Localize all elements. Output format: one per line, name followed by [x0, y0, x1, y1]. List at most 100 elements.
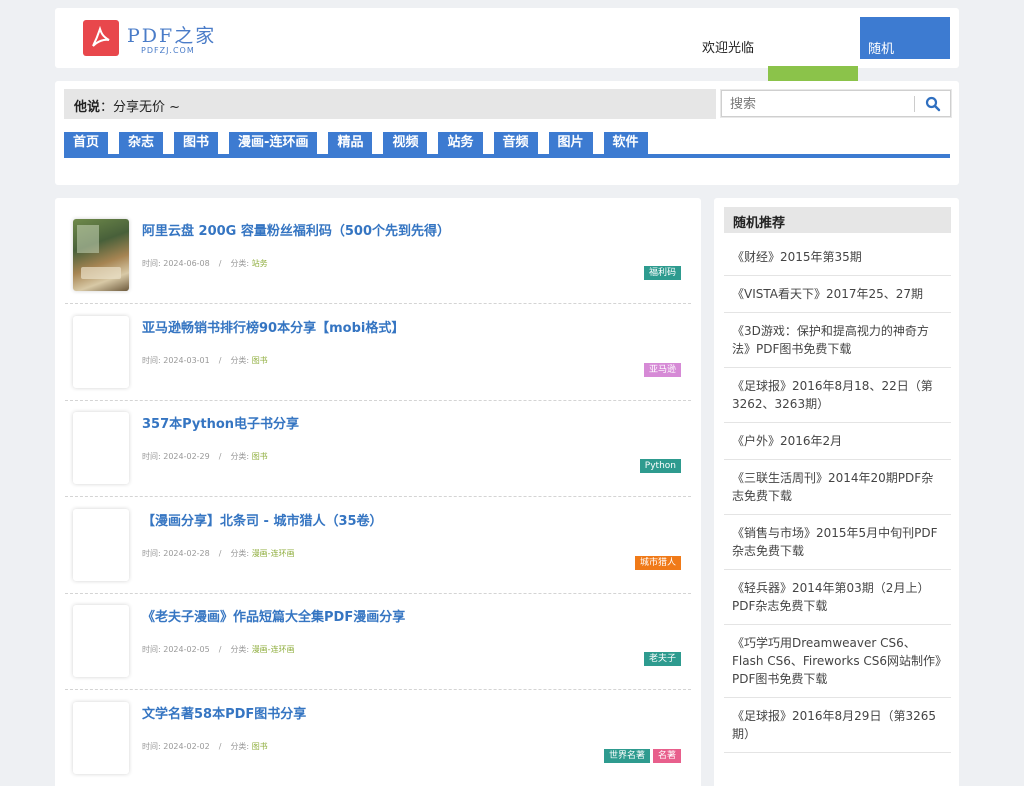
post-tags: 福利码: [643, 266, 681, 280]
post-thumbnail[interactable]: [73, 412, 129, 484]
meta-separator: /: [218, 355, 222, 365]
random-post-link[interactable]: 《户外》2016年2月: [724, 423, 951, 460]
post-tags: 老夫子: [643, 652, 681, 666]
category-label: 分类:: [230, 259, 252, 268]
category-link[interactable]: 图书: [252, 742, 268, 751]
search-input[interactable]: [730, 95, 900, 113]
tag-badge[interactable]: 城市猎人: [634, 555, 681, 570]
search-icon[interactable]: [925, 96, 941, 112]
post-thumbnail[interactable]: [73, 701, 129, 774]
post-meta: 时间: 2024-06-08 / 分类: 站务: [142, 258, 268, 269]
post-title-link[interactable]: 357本Python电子书分享: [142, 413, 299, 432]
search-box: [721, 90, 951, 117]
post-title-link[interactable]: 阿里云盘 200G 容量粉丝福利码（500个先到先得）: [142, 220, 450, 239]
category-label: 分类:: [230, 645, 252, 654]
meta-separator: /: [218, 259, 222, 268]
nav-item[interactable]: 软件: [603, 132, 648, 154]
category-link[interactable]: 图书: [252, 356, 268, 365]
post-item: 亚马逊畅销书排行榜90本分享【mobi格式】时间: 2024-03-01 / 分类:…: [65, 305, 691, 401]
tag-badge[interactable]: 福利码: [643, 266, 681, 280]
motto-text: ：分享无价 ~: [100, 100, 181, 115]
nav-item[interactable]: 图书: [174, 132, 219, 154]
post-date: 时间: 2024-02-05: [142, 645, 210, 654]
tag-badge[interactable]: 老夫子: [643, 652, 681, 666]
random-post-link[interactable]: 《轻兵器》2014年第03期（2月上）PDF杂志免费下载: [724, 570, 951, 625]
post-item: 357本Python电子书分享时间: 2024-02-29 / 分类: 图书 Pyth…: [65, 401, 691, 497]
post-item: 文学名著58本PDF图书分享时间: 2024-02-02 / 分类: 图书世界名著名…: [65, 691, 691, 786]
category-label: 分类:: [230, 548, 252, 558]
category-link[interactable]: 漫画-连环画: [252, 645, 295, 654]
menu-underline: [64, 154, 950, 158]
category-label: 分类:: [230, 452, 252, 461]
random-post-link[interactable]: 《销售与市场》2015年5月中旬刊PDF杂志免费下载: [724, 515, 951, 570]
tag-badge[interactable]: 亚马逊: [643, 362, 681, 377]
tag-badge[interactable]: 世界名著: [603, 748, 650, 763]
nav-item[interactable]: 音频: [493, 132, 538, 154]
meta-separator: /: [218, 548, 222, 558]
nav-item[interactable]: 漫画-连环画: [229, 132, 318, 154]
random-post-link[interactable]: 《财经》2015年第35期: [724, 239, 951, 276]
nav-item[interactable]: 站务: [438, 132, 483, 154]
site-logo[interactable]: PDF之家 PDFZJ.COM: [83, 20, 223, 62]
post-tags: 亚马逊: [643, 362, 681, 377]
post-tags: Python: [639, 459, 681, 473]
random-post-link[interactable]: 《三联生活周刊》2014年20期PDF杂志免费下载: [724, 460, 951, 515]
tag-badge[interactable]: Python: [639, 459, 681, 473]
welcome-text: 欢迎光临: [702, 41, 755, 56]
motto-bar: 他说：分享无价 ~: [64, 89, 716, 119]
site-header: PDF之家 PDFZJ.COM 欢迎光临 标签 随机: [55, 8, 959, 108]
post-date: 时间: 2024-06-08: [142, 259, 210, 268]
post-date: 时间: 2024-03-01: [142, 355, 210, 365]
post-title-link[interactable]: 亚马逊畅销书排行榜90本分享【mobi格式】: [142, 317, 404, 336]
random-button[interactable]: 随机: [860, 17, 950, 59]
search-divider: [914, 96, 915, 112]
post-item: 阿里云盘 200G 容量粉丝福利码（500个先到先得） 时间: 2024-06-0…: [65, 208, 691, 304]
category-link[interactable]: 漫画-连环画: [252, 549, 295, 558]
post-date: 时间: 2024-02-29: [142, 452, 210, 461]
random-post-link[interactable]: 《足球报》2016年8月29日（第3265期）: [724, 698, 951, 753]
post-item: 《老夫子漫画》作品短篇大全集PDF漫画分享 时间: 2024-02-05 / 分类: …: [65, 594, 691, 690]
post-date: 时间: 2024-02-02: [142, 741, 210, 751]
category-link[interactable]: 图书: [252, 452, 268, 461]
post-title-link[interactable]: 【漫画分享】北条司 - 城市猎人（35卷）: [142, 510, 383, 529]
meta-separator: /: [218, 645, 222, 654]
meta-separator: /: [218, 452, 222, 461]
post-thumbnail[interactable]: [73, 605, 129, 677]
random-post-link[interactable]: 《3D游戏：保护和提高视力的神奇方法》PDF图书免费下载: [724, 313, 951, 368]
post-meta: 时间: 2024-02-29 / 分类: 图书: [142, 451, 268, 462]
sidebar-title: 随机推荐: [724, 207, 951, 233]
nav-item[interactable]: 首页: [64, 132, 109, 154]
post-meta: 时间: 2024-03-01 / 分类: 图书: [142, 355, 268, 366]
tag-badge[interactable]: 名著: [652, 748, 681, 763]
post-tags: 世界名著 名著: [603, 748, 681, 763]
nav-item[interactable]: 杂志: [119, 132, 164, 154]
motto-label: 他说: [74, 100, 101, 115]
post-thumbnail[interactable]: [73, 315, 129, 388]
meta-separator: /: [218, 741, 222, 751]
post-list: 阿里云盘 200G 容量粉丝福利码（500个先到先得） 时间: 2024-06-0…: [55, 198, 701, 786]
category-link[interactable]: 站务: [252, 259, 268, 268]
post-meta: 时间: 2024-02-28 / 分类: 漫画-连环画: [142, 548, 295, 559]
nav-item[interactable]: 精品: [328, 132, 373, 154]
nav-item[interactable]: 视频: [383, 132, 428, 154]
post-title-link[interactable]: 文学名著58本PDF图书分享: [142, 703, 306, 722]
post-meta: 时间: 2024-02-02 / 分类: 图书: [142, 741, 268, 752]
pdf-icon: [83, 20, 119, 56]
post-thumbnail[interactable]: [73, 219, 129, 291]
post-title-link[interactable]: 《老夫子漫画》作品短篇大全集PDF漫画分享: [142, 606, 405, 625]
random-post-link[interactable]: 《VISTA看天下》2017年25、27期: [724, 276, 951, 313]
post-tags: 城市猎人: [634, 555, 681, 570]
random-post-link[interactable]: 《巧学巧用Dreamweaver CS6、Flash CS6、Fireworks…: [724, 625, 951, 698]
category-label: 分类:: [230, 741, 252, 751]
nav-panel: 他说：分享无价 ~ 首页杂志图书漫画-连环画精品视频站务音频图片软件: [55, 81, 959, 185]
category-label: 分类:: [230, 355, 252, 365]
random-list: 《财经》2015年第35期 《VISTA看天下》2017年25、27期 《3D游戏：…: [724, 239, 951, 753]
sidebar: 随机推荐 《财经》2015年第35期 《VISTA看天下》2017年25、27期《…: [714, 198, 959, 786]
logo-title: PDF之家: [127, 25, 217, 47]
post-thumbnail[interactable]: [73, 508, 129, 581]
logo-subtitle: PDFZJ.COM: [141, 46, 195, 55]
random-post-link[interactable]: 《足球报》2016年8月18、22日（第3262、3263期）: [724, 368, 951, 423]
nav-item[interactable]: 图片: [548, 132, 593, 154]
post-item: 【漫画分享】北条司 - 城市猎人（35卷） 时间: 2024-02-28 / 分类: …: [65, 498, 691, 594]
main-menu: 首页 杂志 图书 漫画-连环画 精品 视频 站务 音频 图片 软件: [64, 132, 648, 154]
